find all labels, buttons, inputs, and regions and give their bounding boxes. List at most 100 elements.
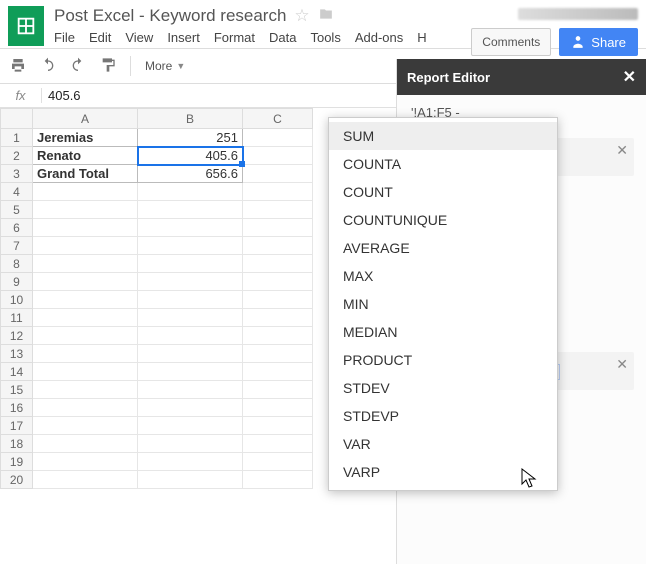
comments-button[interactable]: Comments xyxy=(471,28,551,56)
cell[interactable] xyxy=(138,309,243,327)
fx-icon[interactable]: fx xyxy=(0,88,42,103)
dropdown-item-var[interactable]: VAR xyxy=(329,430,557,458)
menu-insert[interactable]: Insert xyxy=(167,30,200,45)
cell[interactable] xyxy=(138,417,243,435)
cell[interactable] xyxy=(33,363,138,381)
dropdown-item-stdevp[interactable]: STDEVP xyxy=(329,402,557,430)
cell[interactable] xyxy=(138,399,243,417)
print-icon[interactable] xyxy=(10,57,26,76)
cell-c3[interactable] xyxy=(243,165,313,183)
dropdown-item-varp[interactable]: VARP xyxy=(329,458,557,486)
row-header[interactable]: 3 xyxy=(1,165,33,183)
row-header[interactable]: 10 xyxy=(1,291,33,309)
cell[interactable] xyxy=(243,201,313,219)
col-header-b[interactable]: B xyxy=(138,109,243,129)
cell-c1[interactable] xyxy=(243,129,313,147)
share-button[interactable]: Share xyxy=(559,28,638,56)
row-header[interactable]: 17 xyxy=(1,417,33,435)
cell[interactable] xyxy=(243,255,313,273)
menu-help[interactable]: H xyxy=(417,30,426,45)
menu-data[interactable]: Data xyxy=(269,30,296,45)
select-all-corner[interactable] xyxy=(1,109,33,129)
sheets-app-icon[interactable] xyxy=(8,6,44,46)
row-header[interactable]: 1 xyxy=(1,129,33,147)
cell[interactable] xyxy=(138,183,243,201)
cell[interactable] xyxy=(243,417,313,435)
cell[interactable] xyxy=(33,183,138,201)
redo-icon[interactable] xyxy=(70,57,86,76)
row-header[interactable]: 4 xyxy=(1,183,33,201)
dropdown-item-sum[interactable]: SUM xyxy=(329,122,557,150)
cell-b3[interactable]: 656.6 xyxy=(138,165,243,183)
cell[interactable] xyxy=(33,381,138,399)
paint-format-icon[interactable] xyxy=(100,57,116,76)
cell[interactable] xyxy=(138,291,243,309)
row-header[interactable]: 20 xyxy=(1,471,33,489)
dropdown-item-stdev[interactable]: STDEV xyxy=(329,374,557,402)
cell[interactable] xyxy=(138,219,243,237)
cell[interactable] xyxy=(138,201,243,219)
row-header[interactable]: 8 xyxy=(1,255,33,273)
cell-a3[interactable]: Grand Total xyxy=(33,165,138,183)
cell[interactable] xyxy=(138,363,243,381)
cell[interactable] xyxy=(33,219,138,237)
dropdown-item-count[interactable]: COUNT xyxy=(329,178,557,206)
row-header[interactable]: 11 xyxy=(1,309,33,327)
cell[interactable] xyxy=(243,219,313,237)
cell[interactable] xyxy=(33,435,138,453)
cell[interactable] xyxy=(138,381,243,399)
cell[interactable] xyxy=(138,435,243,453)
star-icon[interactable]: ☆ xyxy=(294,6,309,26)
cell[interactable] xyxy=(243,345,313,363)
cell[interactable] xyxy=(33,255,138,273)
dropdown-item-median[interactable]: MEDIAN xyxy=(329,318,557,346)
cell[interactable] xyxy=(243,453,313,471)
cell-a1[interactable]: Jeremias xyxy=(33,129,138,147)
row-header[interactable]: 12 xyxy=(1,327,33,345)
cell[interactable] xyxy=(138,255,243,273)
row-header[interactable]: 14 xyxy=(1,363,33,381)
row-header[interactable]: 9 xyxy=(1,273,33,291)
cell[interactable] xyxy=(33,417,138,435)
cell[interactable] xyxy=(243,381,313,399)
dropdown-item-max[interactable]: MAX xyxy=(329,262,557,290)
undo-icon[interactable] xyxy=(40,57,56,76)
cell[interactable] xyxy=(33,345,138,363)
cell[interactable] xyxy=(243,363,313,381)
menu-addons[interactable]: Add-ons xyxy=(355,30,403,45)
account-email[interactable] xyxy=(518,8,638,20)
row-header[interactable]: 19 xyxy=(1,453,33,471)
cell[interactable] xyxy=(33,237,138,255)
cell[interactable] xyxy=(33,453,138,471)
cell[interactable] xyxy=(138,327,243,345)
cell[interactable] xyxy=(243,399,313,417)
menu-tools[interactable]: Tools xyxy=(310,30,340,45)
cell[interactable] xyxy=(243,237,313,255)
cell[interactable] xyxy=(33,327,138,345)
cell[interactable] xyxy=(243,327,313,345)
cell[interactable] xyxy=(138,273,243,291)
cell[interactable] xyxy=(243,273,313,291)
cell[interactable] xyxy=(243,309,313,327)
cell-c2[interactable] xyxy=(243,147,313,165)
cell[interactable] xyxy=(243,291,313,309)
row-header[interactable]: 5 xyxy=(1,201,33,219)
cell[interactable] xyxy=(243,183,313,201)
cell[interactable] xyxy=(243,471,313,489)
dropdown-item-min[interactable]: MIN xyxy=(329,290,557,318)
menu-file[interactable]: File xyxy=(54,30,75,45)
cell[interactable] xyxy=(243,435,313,453)
menu-view[interactable]: View xyxy=(125,30,153,45)
cell-b2[interactable]: 405.6 xyxy=(138,147,243,165)
close-icon[interactable]: ✕ xyxy=(623,67,636,87)
cell[interactable] xyxy=(138,453,243,471)
dismiss-icon[interactable]: ✕ xyxy=(616,142,628,159)
dropdown-item-countunique[interactable]: COUNTUNIQUE xyxy=(329,206,557,234)
row-header[interactable]: 18 xyxy=(1,435,33,453)
menu-edit[interactable]: Edit xyxy=(89,30,111,45)
document-title[interactable]: Post Excel - Keyword research xyxy=(54,6,286,26)
menu-format[interactable]: Format xyxy=(214,30,255,45)
cell-a2[interactable]: Renato xyxy=(33,147,138,165)
cell[interactable] xyxy=(138,237,243,255)
row-header[interactable]: 16 xyxy=(1,399,33,417)
